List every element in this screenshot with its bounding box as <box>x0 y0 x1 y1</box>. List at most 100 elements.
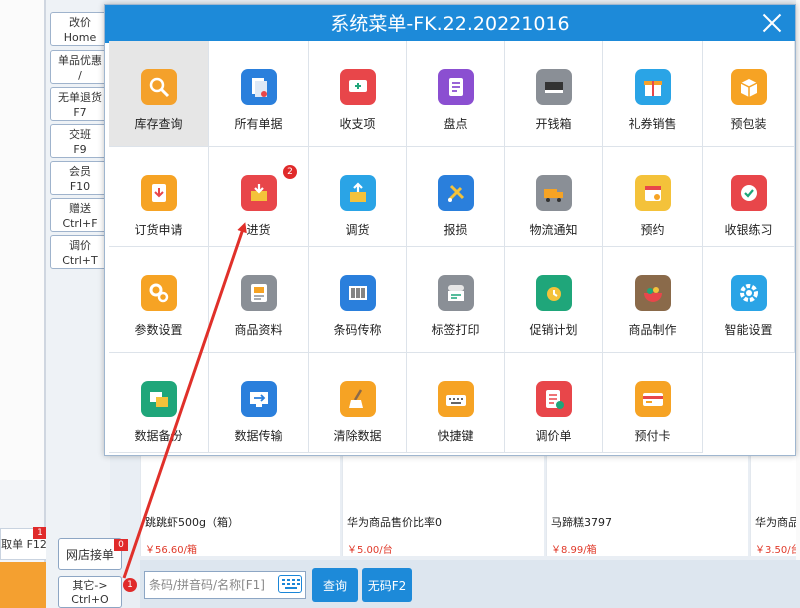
product-name: 马蹄糕3797 <box>551 516 612 529</box>
menu-item-label: 收支项 <box>339 117 376 131</box>
food-bowl-icon <box>634 275 671 311</box>
menu-item[interactable]: 标签打印 <box>407 247 505 353</box>
gift-voucher-icon <box>634 69 671 105</box>
menu-item-label: 开钱箱 <box>535 117 572 131</box>
product-name: 华为商品售 <box>755 516 800 529</box>
menu-item[interactable]: 参数设置 <box>109 247 209 353</box>
menu-item-label: 数据备份 <box>134 429 183 443</box>
cash-drawer-icon <box>535 69 572 105</box>
menu-item-label: 所有单据 <box>234 117 283 131</box>
menu-item-label: 商品资料 <box>234 323 283 337</box>
menu-item[interactable]: 调价单 <box>505 353 603 453</box>
data-backup-icon <box>140 381 177 417</box>
menu-item[interactable]: 数据传输 <box>209 353 309 453</box>
dialog-title: 系统菜单-FK.22.20221016 <box>330 13 570 35</box>
menu-item-label: 调价单 <box>535 429 572 443</box>
inventory-search-icon <box>140 69 177 105</box>
product-name: 华为商品售价比率0 <box>347 516 442 529</box>
menu-item[interactable]: 商品制作 <box>603 247 703 353</box>
product-price: ￥5.00/台 <box>347 545 393 556</box>
menu-item[interactable]: 库存查询 <box>109 41 209 147</box>
menu-item-label: 预付卡 <box>634 429 671 443</box>
menu-item[interactable]: 智能设置 <box>703 247 795 353</box>
fkey-shift-change[interactable]: 交班 F9 <box>50 124 110 158</box>
menu-item-label: 参数设置 <box>134 323 183 337</box>
right-edge <box>796 0 800 608</box>
logistics-truck-icon <box>535 175 572 211</box>
product-card[interactable]: 马蹄糕3797 ￥8.99/箱 <box>546 456 748 556</box>
menu-item[interactable]: 收银练习 <box>703 147 795 247</box>
menu-item-badge: 2 <box>283 165 297 179</box>
fkey-member[interactable]: 会员 F10 <box>50 161 110 195</box>
query-button[interactable]: 查询 <box>312 568 358 602</box>
menu-item[interactable]: 条码传称 <box>309 247 407 353</box>
promotion-alarm-icon <box>535 275 572 311</box>
fkey-change-price[interactable]: 改价 Home <box>50 12 110 46</box>
menu-item-label: 快捷键 <box>437 429 474 443</box>
documents-icon <box>240 69 277 105</box>
fkey-gift[interactable]: 赠送 Ctrl+F <box>50 198 110 232</box>
smart-settings-icon <box>730 275 767 311</box>
menu-item[interactable]: 商品资料 <box>209 247 309 353</box>
menu-item[interactable]: 盘点 <box>407 41 505 147</box>
menu-item-label: 预包装 <box>730 117 767 131</box>
menu-item-label: 调货 <box>345 223 370 237</box>
shortcut-keyboard-icon <box>437 381 474 417</box>
cashier-practice-icon <box>730 175 767 211</box>
menu-item[interactable]: 预约 <box>603 147 703 247</box>
menu-item[interactable]: 数据备份 <box>109 353 209 453</box>
menu-item[interactable]: 清除数据 <box>309 353 407 453</box>
menu-item[interactable]: 开钱箱 <box>505 41 603 147</box>
fkey-item-discount[interactable]: 单品优惠 / <box>50 50 110 84</box>
online-orders-badge: 0 <box>114 539 128 551</box>
product-card[interactable]: 华为商品售 ￥3.50/台 <box>750 456 800 556</box>
menu-item[interactable]: 收支项 <box>309 41 407 147</box>
menu-item[interactable]: 预付卡 <box>603 353 703 453</box>
menu-item-label: 促销计划 <box>529 323 578 337</box>
menu-item[interactable]: 礼券销售 <box>603 41 703 147</box>
transfer-icon <box>339 175 376 211</box>
menu-item-label: 报损 <box>443 223 468 237</box>
menu-item[interactable]: 进货 2 <box>209 147 309 247</box>
dialog-header: 系统菜单-FK.22.20221016 <box>105 5 795 43</box>
other-menu-button[interactable]: 其它-> Ctrl+O <box>58 576 122 608</box>
data-transfer-icon <box>240 381 277 417</box>
fkey-adjust-price[interactable]: 调价 Ctrl+T <box>50 235 110 269</box>
fkey-return-no-receipt[interactable]: 无单退货 F7 <box>50 87 110 121</box>
label-print-icon <box>437 275 474 311</box>
menu-item-label: 标签打印 <box>431 323 480 337</box>
menu-item[interactable]: 报损 <box>407 147 505 247</box>
order-request-icon <box>140 175 177 211</box>
menu-item-label: 库存查询 <box>134 117 183 131</box>
close-icon[interactable] <box>757 7 787 39</box>
prepack-box-icon <box>730 69 767 105</box>
damage-report-icon <box>437 175 474 211</box>
product-info-icon <box>240 275 277 311</box>
reservation-calendar-icon <box>634 175 671 211</box>
product-card[interactable]: 跳跳虾500g（箱） ￥56.60/箱 <box>140 456 340 556</box>
no-barcode-button[interactable]: 无码F2 <box>362 568 412 602</box>
product-card[interactable]: 华为商品售价比率0 ￥5.00/台 <box>342 456 544 556</box>
menu-item-label: 物流通知 <box>529 223 578 237</box>
menu-item[interactable]: 所有单据 <box>209 41 309 147</box>
menu-item-label: 预约 <box>640 223 665 237</box>
product-price: ￥56.60/箱 <box>145 545 197 556</box>
menu-item[interactable]: 物流通知 <box>505 147 603 247</box>
menu-item-label: 订货申请 <box>134 223 183 237</box>
menu-item-label: 数据传输 <box>234 429 283 443</box>
keyboard-icon[interactable] <box>278 575 302 593</box>
system-menu-dialog: 系统菜单-FK.22.20221016 库存查询 所有单据 收支项 盘点 开钱箱 礼券销售… <box>104 4 796 456</box>
parameter-gears-icon <box>140 275 177 311</box>
menu-item[interactable]: 订货申请 <box>109 147 209 247</box>
menu-item-label: 清除数据 <box>333 429 382 443</box>
online-orders-button[interactable]: 网店接单 <box>58 538 122 570</box>
menu-item[interactable]: 预包装 <box>703 41 795 147</box>
menu-item-label: 礼券销售 <box>628 117 677 131</box>
other-menu-badge: 1 <box>123 578 137 592</box>
menu-item-label: 盘点 <box>443 117 468 131</box>
menu-item[interactable]: 快捷键 <box>407 353 505 453</box>
barcode-scale-icon <box>339 275 376 311</box>
menu-item[interactable]: 调货 <box>309 147 407 247</box>
price-adjust-icon <box>535 381 572 417</box>
menu-item[interactable]: 促销计划 <box>505 247 603 353</box>
